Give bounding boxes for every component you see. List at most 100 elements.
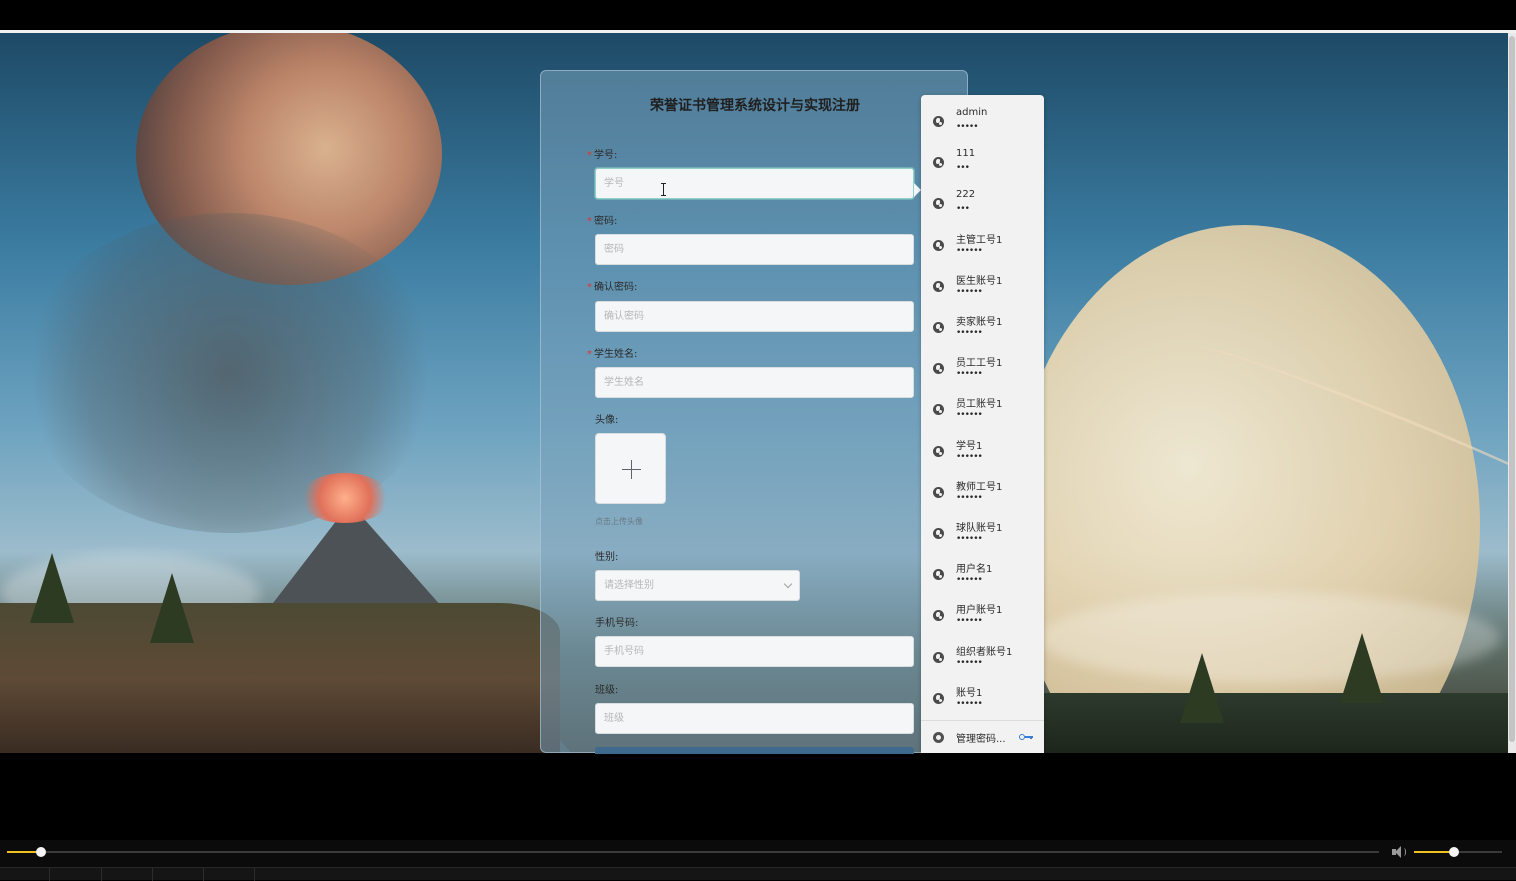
key-icon	[1019, 734, 1033, 740]
avatar-upload-button[interactable]	[595, 433, 666, 504]
autofill-credential-item[interactable]: 医生账号1 ••••••	[921, 264, 1044, 305]
password-input[interactable]: 密码	[595, 234, 914, 265]
player-cell-divider	[203, 868, 204, 881]
page-scrollbar-thumb[interactable]	[1509, 36, 1515, 742]
gender-select[interactable]: 请选择性别	[595, 570, 800, 601]
autofill-credential-item[interactable]: 主管工号1 ••••••	[921, 223, 1044, 264]
globe-icon	[933, 445, 944, 457]
autofill-credential-item[interactable]: 员工工号1 ••••••	[921, 346, 1044, 387]
autofill-credential-item[interactable]: admin •••••	[921, 99, 1044, 140]
globe-icon	[933, 486, 944, 498]
player-cell-divider	[49, 868, 50, 881]
credential-password-mask: ••••••	[956, 575, 983, 586]
background-lava	[300, 473, 390, 523]
student-id-input[interactable]: 学号	[595, 168, 914, 199]
globe-icon	[933, 280, 944, 292]
plus-icon	[631, 460, 632, 479]
background-tree	[30, 553, 74, 623]
credential-username: 球队账号1	[956, 523, 1003, 534]
globe-icon	[933, 610, 944, 622]
globe-icon	[933, 692, 944, 704]
globe-icon	[933, 569, 944, 581]
phone-input[interactable]: 手机号码	[595, 636, 914, 667]
credential-username: 用户账号1	[956, 605, 1003, 617]
top-black-bar	[0, 0, 1516, 30]
class-label: 班级:	[595, 685, 619, 696]
gender-label: 性别:	[595, 552, 619, 563]
credential-password-mask: ••••••	[956, 369, 983, 380]
credential-password-mask: ••••••	[956, 698, 983, 709]
background-ground	[0, 603, 560, 753]
player-cell-divider	[254, 868, 255, 881]
autofill-credential-item[interactable]: 球队账号1 ••••••	[921, 511, 1044, 552]
register-form: 荣誉证书管理系统设计与实现注册 * 学号: 学号 * 密码: 密码 * 确认密码: 确…	[540, 70, 968, 754]
player-status-row	[0, 867, 1516, 881]
manage-passwords-item[interactable]: 管理密码...	[921, 725, 1044, 749]
globe-icon	[933, 363, 944, 375]
credential-username: 222	[956, 189, 976, 201]
autofill-credential-item[interactable]: 学号1 ••••••	[921, 429, 1044, 470]
background-ground	[1040, 693, 1508, 753]
credential-username: 卖家账号1	[956, 317, 1003, 328]
globe-icon	[933, 404, 944, 416]
autofill-credential-item[interactable]: 员工账号1 ••••••	[921, 387, 1044, 428]
student-name-input[interactable]: 学生姓名	[595, 367, 914, 398]
credential-username: 组织者账号1	[956, 646, 1013, 658]
globe-icon	[933, 157, 944, 169]
class-input[interactable]: 班级	[595, 703, 914, 734]
credential-password-mask: •••••	[956, 122, 979, 132]
globe-icon	[933, 528, 944, 539]
phone-label: 手机号码:	[595, 618, 639, 629]
credential-password-mask: ••••••	[956, 410, 983, 421]
credential-username: 主管工号1	[956, 234, 1003, 246]
credential-password-mask: ••••••	[956, 286, 983, 297]
credential-username: 用户名1	[956, 564, 993, 576]
credential-password-mask: ••••••	[956, 616, 983, 627]
autofill-credential-item[interactable]: 用户名1 ••••••	[921, 552, 1044, 593]
credential-username: 学号1	[956, 440, 983, 452]
player-cell-divider	[152, 868, 153, 881]
globe-icon	[933, 116, 944, 127]
autofill-credential-item[interactable]: 教师工号1 ••••••	[921, 470, 1044, 511]
globe-icon	[933, 239, 944, 251]
credential-username: 111	[956, 148, 976, 160]
globe-icon	[933, 198, 944, 210]
volume-slider-level	[1414, 851, 1454, 853]
credential-password-mask: ••••••	[956, 328, 983, 338]
credential-password-mask: •••	[956, 204, 970, 215]
autofill-credential-item[interactable]: 用户账号1 ••••••	[921, 593, 1044, 634]
credential-username: 医生账号1	[956, 275, 1003, 287]
password-label: * 密码:	[587, 216, 618, 227]
avatar-upload-tip: 点击上传头像	[595, 517, 643, 526]
background-cloud	[1040, 593, 1500, 683]
credential-username: 员工账号1	[956, 399, 1003, 411]
autofill-credential-item[interactable]: 卖家账号1 ••••••	[921, 305, 1044, 346]
credential-username: admin	[956, 107, 988, 118]
volume-icon[interactable]	[1392, 846, 1406, 858]
student-id-label: * 学号:	[587, 150, 618, 161]
manage-passwords-label: 管理密码...	[956, 734, 1006, 745]
background-tree	[1340, 633, 1384, 703]
seek-bar-handle[interactable]	[36, 847, 47, 857]
background-tree	[150, 573, 194, 643]
chevron-down-icon	[783, 579, 793, 589]
autofill-credential-item[interactable]: 111 •••	[921, 140, 1044, 181]
confirm-password-input[interactable]: 确认密码	[595, 301, 914, 332]
autofill-credential-item[interactable]: 222 •••	[921, 181, 1044, 222]
media-player-controls	[0, 840, 1516, 881]
student-name-label: * 学生姓名:	[587, 349, 638, 360]
globe-icon	[933, 322, 944, 333]
credential-password-mask: ••••••	[956, 245, 983, 256]
confirm-password-label: * 确认密码:	[587, 282, 638, 293]
volume-slider-handle[interactable]	[1448, 847, 1459, 857]
autofill-credential-item[interactable]: 账号1 ••••••	[921, 676, 1044, 717]
seek-bar[interactable]	[7, 851, 1379, 853]
register-button[interactable]	[595, 747, 914, 754]
credential-password-mask: ••••••	[956, 534, 983, 544]
credential-password-mask: •••	[956, 163, 970, 174]
dropdown-divider	[921, 720, 1044, 721]
password-autofill-dropdown: admin ••••• 111 ••• 222 ••• 主管工号1 •••••• 医生账号1 ••…	[921, 95, 1044, 753]
chrome-icon	[933, 732, 944, 743]
autofill-credential-item[interactable]: 组织者账号1 ••••••	[921, 635, 1044, 676]
credential-password-mask: ••••••	[956, 492, 983, 503]
